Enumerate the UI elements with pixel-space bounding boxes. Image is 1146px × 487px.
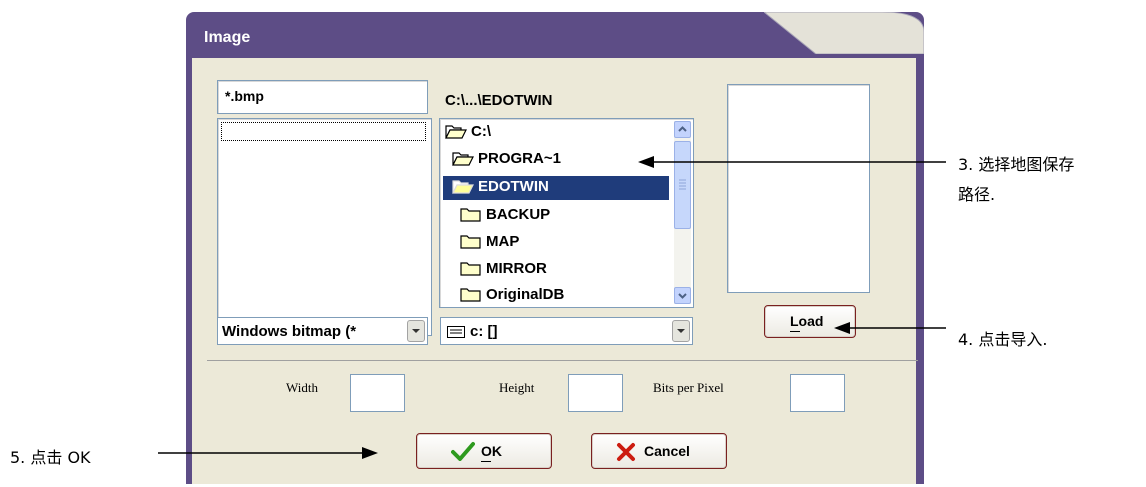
arrow-step3 — [638, 156, 946, 168]
file-list[interactable] — [217, 118, 432, 336]
annotation-step5: 5. 点击 OK — [10, 448, 91, 467]
current-path-label: C:\...\EDOTWIN — [445, 92, 553, 109]
scroll-up-button[interactable] — [674, 121, 691, 138]
check-icon — [451, 441, 475, 466]
dir-label: MIRROR — [486, 260, 547, 277]
width-label: Width — [286, 380, 318, 395]
drive-dropdown-button[interactable] — [672, 320, 690, 342]
height-label: Height — [499, 380, 535, 395]
annotation-step3-line1: 3. 选择地图保存 — [958, 155, 1075, 174]
dir-label: C:\ — [471, 123, 491, 140]
image-preview — [727, 84, 870, 293]
height-field[interactable] — [568, 374, 623, 412]
accel-underline — [481, 461, 491, 462]
file-type-value: Windows bitmap (* — [222, 323, 357, 340]
file-list-focus — [221, 122, 426, 141]
cancel-button-label: Cancel — [644, 443, 690, 459]
bpp-label: Bits per Pixel — [653, 380, 724, 395]
open-folder-icon — [452, 150, 474, 170]
ok-button-label: OK — [481, 443, 502, 459]
folder-icon — [460, 286, 482, 306]
title-bar[interactable]: Image — [186, 12, 924, 58]
accel-underline — [790, 331, 800, 332]
dir-label: PROGRA~1 — [478, 150, 561, 167]
open-folder-icon — [452, 178, 474, 198]
arrow-step5 — [158, 447, 378, 459]
dir-label: EDOTWIN — [478, 178, 549, 195]
dir-item-mirror[interactable]: MIRROR — [440, 257, 670, 281]
chevron-down-icon — [678, 293, 687, 299]
arrow-step4 — [834, 322, 946, 334]
dir-label: OriginalDB — [486, 286, 565, 303]
dir-item-root[interactable]: C:\ — [440, 120, 670, 144]
x-icon — [616, 442, 636, 467]
file-filter-value: *.bmp — [225, 88, 264, 104]
dir-item-originaldb[interactable]: OriginalDB — [440, 283, 670, 307]
separator — [207, 360, 918, 361]
title-bar-tab — [764, 12, 924, 54]
file-filter-input[interactable]: *.bmp — [217, 80, 428, 114]
dir-label: MAP — [486, 233, 520, 250]
chevron-down-icon — [412, 329, 420, 333]
dir-item-edotwin[interactable]: EDOTWIN — [440, 175, 670, 200]
file-type-select[interactable]: Windows bitmap (* — [217, 317, 428, 345]
open-folder-icon — [445, 123, 467, 143]
annotation-step3-line2: 路径. — [958, 185, 996, 204]
file-type-dropdown-button[interactable] — [407, 320, 425, 342]
dir-label: BACKUP — [486, 206, 551, 223]
drive-select[interactable]: c: [] — [440, 317, 693, 345]
dir-item-map[interactable]: MAP — [440, 230, 670, 254]
ok-button[interactable]: OK — [416, 433, 552, 469]
bpp-field[interactable] — [790, 374, 845, 412]
width-field[interactable] — [350, 374, 405, 412]
dir-item-backup[interactable]: BACKUP — [440, 203, 670, 227]
cancel-button[interactable]: Cancel — [591, 433, 727, 469]
drive-icon — [447, 325, 465, 343]
directory-list[interactable]: C:\ PROGRA~1 EDOTWIN BACKUP MAP MIRROR O… — [439, 118, 694, 308]
dialog-title: Image — [204, 29, 251, 46]
drive-value: c: [] — [470, 323, 498, 340]
chevron-up-icon — [678, 126, 687, 132]
chevron-down-icon — [677, 329, 685, 333]
scroll-down-button[interactable] — [674, 287, 691, 304]
directory-scrollbar[interactable] — [674, 121, 691, 304]
annotation-step4: 4. 点击导入. — [958, 330, 1048, 349]
folder-icon — [460, 233, 482, 253]
load-button-label: Load — [790, 313, 824, 329]
folder-icon — [460, 206, 482, 226]
folder-icon — [460, 260, 482, 280]
